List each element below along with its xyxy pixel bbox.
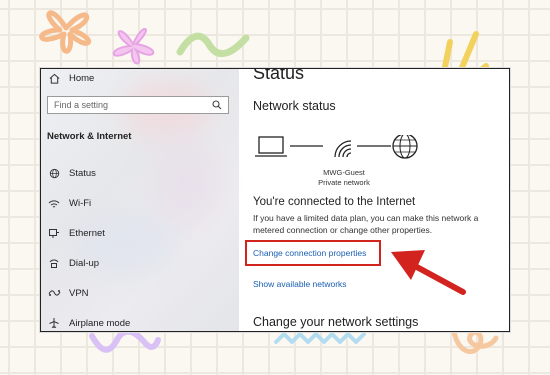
sidebar-item-label: Dial-up: [69, 257, 100, 269]
ethernet-icon: [47, 227, 61, 239]
main-content: Status Network status MWG-Guest Private …: [245, 68, 509, 331]
sidebar-item-wifi[interactable]: Wi-Fi: [47, 197, 91, 209]
dialup-icon: [47, 257, 61, 269]
change-network-settings-heading: Change your network settings: [253, 315, 419, 329]
laptop-icon: [255, 136, 287, 157]
blur-blob: [151, 139, 221, 229]
network-label: MWG-Guest Private network: [299, 168, 389, 188]
vpn-icon: [47, 287, 61, 299]
red-arrow-icon: [391, 250, 466, 295]
wifi-icon: [334, 140, 352, 158]
connection-description: If you have a limited data plan, you can…: [253, 213, 479, 235]
wifi-icon: [47, 197, 61, 209]
sidebar: Home Find a setting Network & Internet S…: [41, 69, 239, 331]
network-name: MWG-Guest: [323, 168, 365, 177]
globe-icon: [392, 135, 418, 159]
page-title: Status: [253, 68, 305, 83]
show-available-networks-link[interactable]: Show available networks: [253, 279, 347, 289]
change-connection-properties-link[interactable]: Change connection properties: [253, 248, 366, 258]
sidebar-item-label: Ethernet: [69, 227, 105, 239]
sidebar-category-title: Network & Internet: [47, 131, 132, 142]
decor-squiggle-purple: [89, 328, 161, 353]
connection-status-heading: You're connected to the Internet: [253, 196, 416, 208]
decor-zigzag-blue: [274, 332, 366, 344]
airplane-icon: [47, 317, 61, 329]
search-input[interactable]: Find a setting: [47, 96, 229, 114]
sidebar-item-vpn[interactable]: VPN: [47, 287, 89, 299]
sidebar-item-ethernet[interactable]: Ethernet: [47, 227, 105, 239]
sidebar-item-label: Status: [69, 167, 96, 179]
sidebar-home[interactable]: Home: [47, 72, 94, 84]
network-type: Private network: [318, 178, 370, 187]
sidebar-item-label: Airplane mode: [69, 317, 131, 329]
sidebar-item-airplane[interactable]: Airplane mode: [47, 317, 130, 329]
section-title: Network status: [253, 99, 336, 113]
sidebar-item-status[interactable]: Status: [47, 167, 96, 179]
home-icon: [47, 72, 61, 84]
sidebar-item-label: VPN: [69, 287, 89, 299]
decor-flower-pink: [112, 28, 155, 65]
sidebar-home-label: Home: [69, 72, 95, 84]
sidebar-item-label: Wi-Fi: [69, 197, 92, 209]
decor-flower-orange: [39, 10, 92, 54]
sidebar-item-dialup[interactable]: Dial-up: [47, 257, 99, 269]
globe-icon: [47, 167, 61, 179]
search-placeholder: Find a setting: [54, 100, 109, 110]
decor-squiggle-green: [176, 32, 250, 57]
search-icon[interactable]: [212, 100, 222, 112]
